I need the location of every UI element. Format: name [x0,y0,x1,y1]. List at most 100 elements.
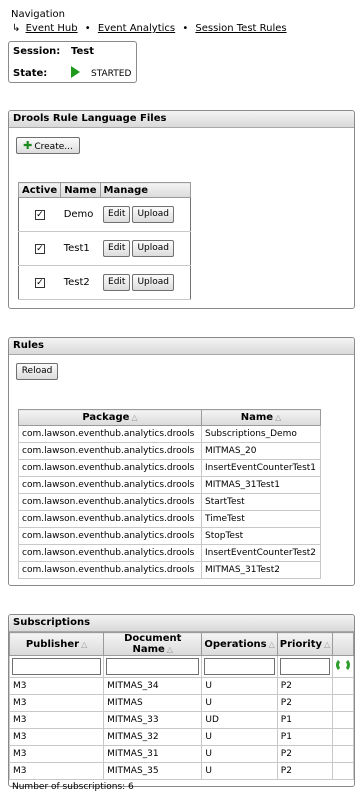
sort-triangle-icon: △ [268,639,275,649]
table-row: M3 MITMAS U P2 [8,694,354,712]
column-header-actions [332,632,354,656]
column-header-name[interactable]: Name △ [201,409,321,426]
table-row: M3 MITMAS_31 U P2 [8,745,354,763]
table-row: com.lawson.eventhub.analytics.drools MITM… [18,476,321,494]
breadcrumb-event-hub[interactable]: Event Hub [26,23,78,34]
breadcrumb-session-test-rules[interactable]: Session Test Rules [195,23,286,34]
priority-cell: P2 [276,745,334,763]
table-row: com.lawson.eventhub.analytics.drools Time… [18,510,321,528]
publisher-cell: M3 [8,728,105,746]
breadcrumb-event-analytics[interactable]: Event Analytics [98,23,175,34]
reload-button[interactable]: Reload [16,363,58,380]
sort-triangle-icon: △ [81,639,88,649]
package-cell: com.lawson.eventhub.analytics.drools [18,442,202,460]
sort-triangle-icon: △ [324,639,331,649]
document-cell: MITMAS_31 [103,745,203,763]
publisher-cell: M3 [8,745,105,763]
column-header-publisher[interactable]: Publisher △ [8,632,105,656]
priority-cell: P1 [276,728,334,746]
rule-name-cell: StopTest [201,527,321,545]
publisher-cell: M3 [8,711,105,729]
publisher-filter-input[interactable] [12,658,102,675]
subscriptions-table: Publisher △ Document Name △ Operations △ Pr… [8,632,354,780]
column-header-active: Active [17,182,62,198]
document-cell: MITMAS_32 [103,728,203,746]
state-value: STARTED [91,69,132,79]
play-icon [71,66,80,78]
document-cell: MITMAS [103,694,203,712]
column-header-name: Name [60,182,101,198]
document-cell: MITMAS_33 [103,711,203,729]
file-name: Demo [60,197,101,232]
table-row: M3 MITMAS_33 UD P1 [8,711,354,729]
table-row: com.lawson.eventhub.analytics.drools MITM… [18,561,321,579]
file-name: Test2 [60,265,101,300]
rules-table: Package △ Name △ com.lawson.eventhub.analy… [18,409,321,579]
rules-panel: Rules Reload Package △ Name △ com.lawson.e… [8,337,355,586]
publisher-cell: M3 [8,762,105,780]
package-cell: com.lawson.eventhub.analytics.drools [18,425,202,443]
operations-cell: U [201,677,278,695]
file-name: Test1 [60,231,101,266]
priority-filter-input[interactable] [279,658,331,675]
edit-button[interactable]: Edit [103,240,131,257]
package-cell: com.lawson.eventhub.analytics.drools [18,527,202,545]
document-cell: MITMAS_35 [103,762,203,780]
table-row: com.lawson.eventhub.analytics.drools Stop… [18,527,321,545]
document-cell: MITMAS_34 [103,677,203,695]
drools-files-panel: Drools Rule Language Files ✚ Create... Ac… [8,110,355,309]
package-cell: com.lawson.eventhub.analytics.drools [18,459,202,477]
table-row: com.lawson.eventhub.analytics.drools MITM… [18,442,321,460]
upload-button[interactable]: Upload [132,274,174,291]
column-header-document-name[interactable]: Document Name △ [103,632,203,656]
breadcrumb-separator: • [84,23,91,34]
table-row: M3 MITMAS_34 U P2 [8,677,354,695]
table-row: ✓ Test1 Edit Upload [18,231,191,266]
package-cell: com.lawson.eventhub.analytics.drools [18,544,202,562]
table-row: ✓ Demo Edit Upload [18,197,191,232]
priority-cell: P1 [276,711,334,729]
upload-button[interactable]: Upload [132,240,174,257]
rule-name-cell: MITMAS_31Test2 [201,561,321,579]
package-cell: com.lawson.eventhub.analytics.drools [18,493,202,511]
breadcrumb: ↳ Event Hub • Event Analytics • Session … [12,23,287,34]
corner-arrow-icon: ↳ [12,23,21,34]
edit-button[interactable]: Edit [103,206,131,223]
column-header-package[interactable]: Package △ [18,409,202,426]
table-row: M3 MITMAS_32 U P1 [8,728,354,746]
subscription-count: Number of subscriptions: 6 [12,782,134,792]
table-row: ✓ Test2 Edit Upload [18,265,191,300]
upload-button[interactable]: Upload [132,206,174,223]
table-row: com.lawson.eventhub.analytics.drools Subs… [18,425,321,443]
priority-cell: P2 [276,677,334,695]
session-label: Session: [13,46,61,57]
priority-cell: P2 [276,694,334,712]
priority-cell: P2 [276,762,334,780]
active-checkbox[interactable]: ✓ [34,244,45,254]
column-header-priority[interactable]: Priority △ [276,632,334,656]
table-row: com.lawson.eventhub.analytics.drools Inse… [18,544,321,562]
operations-cell: U [201,694,278,712]
active-checkbox[interactable]: ✓ [34,210,45,220]
rule-name-cell: InsertEventCounterTest2 [201,544,321,562]
column-header-operations[interactable]: Operations △ [201,632,278,656]
drools-files-title: Drools Rule Language Files [9,111,354,128]
document-filter-input[interactable] [106,658,200,675]
sort-triangle-icon: △ [166,645,173,654]
sort-triangle-icon: △ [131,413,138,422]
session-info-box: Session: Test State: STARTED [8,41,137,83]
operations-cell: UD [201,711,278,729]
active-checkbox[interactable]: ✓ [34,278,45,288]
table-row: com.lawson.eventhub.analytics.drools Star… [18,493,321,511]
refresh-icon[interactable] [336,658,351,672]
navigation-title: Navigation [11,9,65,20]
publisher-cell: M3 [8,677,105,695]
rule-name-cell: MITMAS_20 [201,442,321,460]
drools-files-table: Active Name Manage ✓ Demo Edit Upload ✓ T… [17,182,191,300]
create-button[interactable]: ✚ Create... [16,137,80,154]
edit-button[interactable]: Edit [103,274,131,291]
subscriptions-title: Subscriptions [9,615,354,632]
operations-filter-input[interactable] [204,658,275,675]
operations-cell: U [201,762,278,780]
rule-name-cell: Subscriptions_Demo [201,425,321,443]
